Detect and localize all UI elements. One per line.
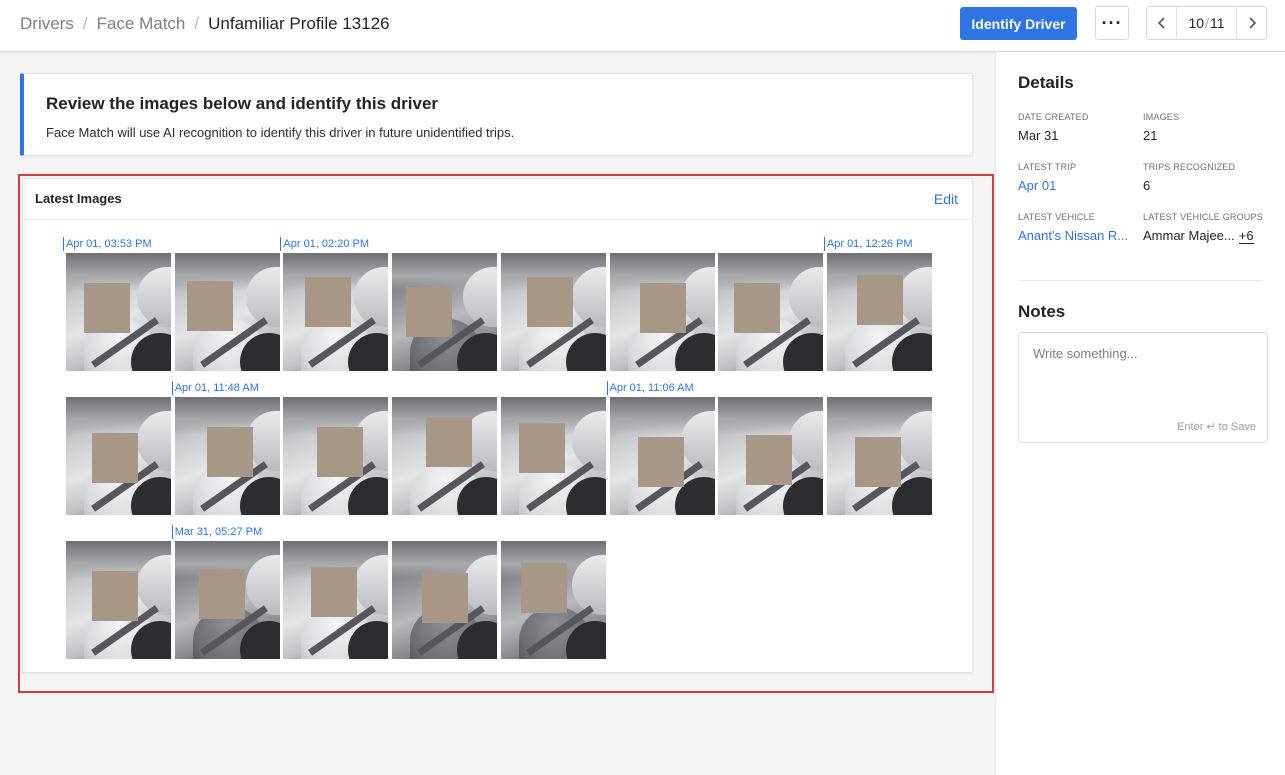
latest-trip-link[interactable]: Apr 01 <box>1018 178 1056 193</box>
info-subtitle: Face Match will use AI recognition to id… <box>46 125 515 140</box>
latest-vehicle-groups-label: LATEST VEHICLE GROUPS <box>1143 212 1263 222</box>
latest-vehicle-link[interactable]: Anant's Nissan R... <box>1018 228 1128 243</box>
highlight-frame <box>18 174 994 693</box>
date-created-label: DATE CREATED <box>1018 112 1089 122</box>
trips-recognized-value: 6 <box>1143 178 1151 193</box>
details-heading: Details <box>1018 73 1074 92</box>
images-count-label: IMAGES <box>1143 112 1180 122</box>
more-groups-link[interactable]: +6 <box>1238 228 1254 244</box>
latest-vehicle-groups-value: Ammar Majee... +6 <box>1143 228 1254 244</box>
breadcrumb-item-drivers[interactable]: Drivers <box>20 13 74 35</box>
breadcrumb-separator: / <box>194 14 200 33</box>
latest-vehicle-label: LATEST VEHICLE <box>1018 212 1095 222</box>
identify-driver-button[interactable]: Identify Driver <box>960 7 1077 40</box>
chevron-left-icon <box>1157 17 1165 29</box>
pager-total: 11 <box>1209 15 1225 31</box>
chevron-right-icon <box>1248 17 1256 29</box>
details-panel: Details DATE CREATED Mar 31 IMAGES 21 LA… <box>995 52 1285 775</box>
latest-vehicle-groups-text: Ammar Majee... <box>1143 228 1235 243</box>
notes-save-hint: Enter ↵ to Save <box>1177 421 1256 433</box>
breadcrumb-item-face-match[interactable]: Face Match <box>97 13 186 35</box>
more-icon: ··· <box>1101 12 1123 33</box>
pager-separator: / <box>1205 15 1209 31</box>
notes-heading: Notes <box>1018 302 1066 321</box>
notes-placeholder: Write something... <box>1033 346 1138 361</box>
trips-recognized-label: TRIPS RECOGNIZED <box>1143 162 1236 172</box>
pager-current: 10 <box>1188 15 1205 31</box>
breadcrumb-separator: / <box>82 14 88 33</box>
notes-input[interactable]: Write something... Enter ↵ to Save <box>1018 332 1268 443</box>
pager-count: 10/11 <box>1177 15 1236 31</box>
review-info-card: Review the images below and identify thi… <box>20 73 973 156</box>
breadcrumb: Drivers / Face Match / Unfamiliar Profil… <box>20 13 390 35</box>
top-bar: Drivers / Face Match / Unfamiliar Profil… <box>0 0 1285 52</box>
info-title: Review the images below and identify thi… <box>46 94 439 113</box>
next-profile-button[interactable] <box>1236 7 1266 39</box>
more-options-button[interactable]: ··· <box>1095 6 1129 40</box>
latest-trip-label: LATEST TRIP <box>1018 162 1077 172</box>
page-title: Unfamiliar Profile 13126 <box>208 14 390 33</box>
pager: 10/11 <box>1146 6 1267 40</box>
images-count-value: 21 <box>1143 128 1158 143</box>
previous-profile-button[interactable] <box>1147 7 1177 39</box>
divider <box>1018 280 1263 281</box>
date-created-value: Mar 31 <box>1018 128 1059 143</box>
